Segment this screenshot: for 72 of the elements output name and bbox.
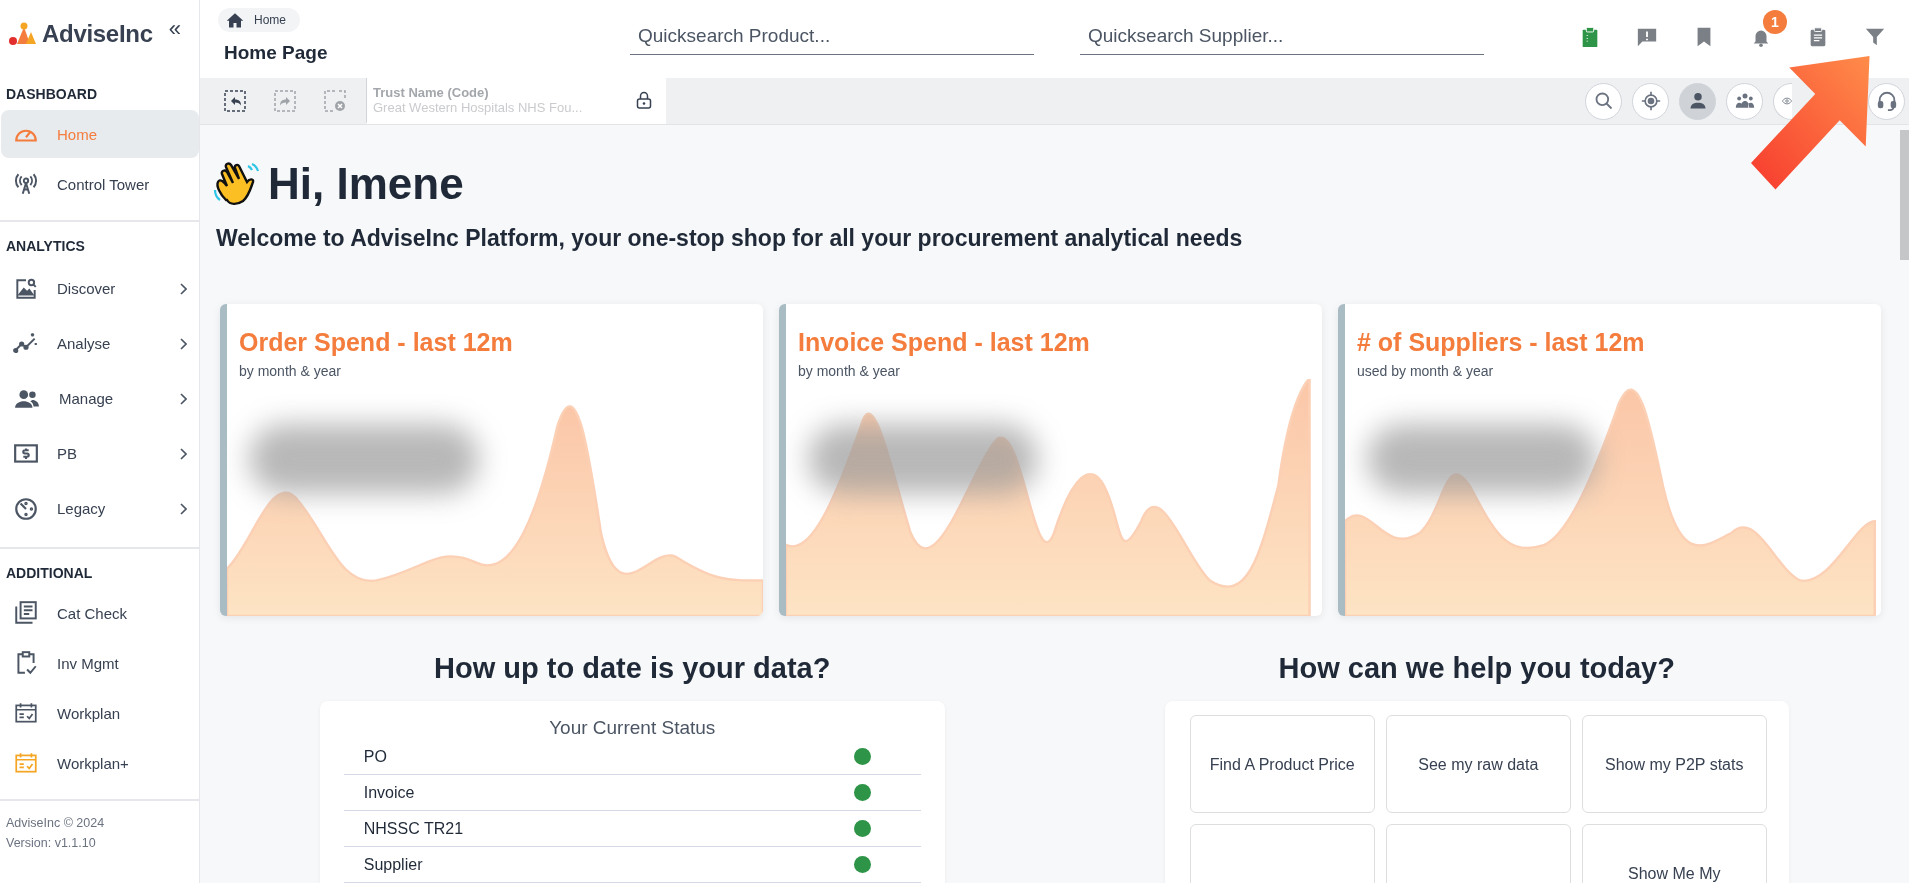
search-icon (1593, 91, 1614, 111)
filter-icon (1863, 26, 1886, 48)
card-title: Order Spend - last 12m (239, 328, 514, 357)
card-subtitle: used by month & year (1357, 363, 1495, 379)
status-label: Invoice (363, 783, 416, 802)
chevron-icon (179, 502, 187, 515)
notification-badge: 1 (1763, 10, 1787, 34)
collapse-sidebar-button[interactable]: « (160, 16, 189, 42)
field-label: Trust Name (Code) (373, 85, 490, 100)
chevron-icon (179, 337, 187, 350)
sidebar-item[interactable]: Legacy (1, 482, 199, 535)
sidebar-item[interactable]: Analyse (1, 317, 199, 370)
sidebar-item[interactable]: Cat Check (1, 589, 199, 637)
sidebar-item[interactable]: Workplan+ (1, 739, 199, 787)
quicksearch-field[interactable]: Quicksearch Supplier... (1080, 18, 1484, 55)
chevron-icon (179, 447, 187, 460)
card-title: # of Suppliers - last 12m (1357, 328, 1646, 357)
status-label: NHSSC TR21 (363, 819, 465, 838)
help-option-button[interactable]: Find A Product Price (1189, 715, 1375, 813)
chevron-icon (179, 392, 187, 405)
panel-title: Your Current Status (548, 717, 717, 739)
eye-button[interactable] (1773, 82, 1792, 120)
card-subtitle: by month & year (239, 363, 342, 379)
logo-mark-icon (8, 22, 38, 46)
person-button[interactable] (1679, 82, 1716, 120)
section-heading: How up to date is your data? (434, 652, 831, 685)
chevron-icon (179, 282, 187, 295)
help-option-button[interactable]: Show Me My (1581, 824, 1767, 883)
logo-text: AdviseInc (42, 20, 153, 48)
status-label: PO (363, 747, 388, 766)
help-option-button[interactable]: See my raw data (1385, 715, 1571, 813)
sidebar-item[interactable]: Manage (1, 372, 199, 425)
footer-text: Version: v1.1.10 (6, 835, 97, 852)
quicksearch-field[interactable]: Quicksearch Product... (630, 18, 1034, 55)
sidebar-item[interactable]: Discover (1, 262, 199, 315)
section-heading: ADDITIONAL (6, 565, 94, 581)
toolbar-button[interactable] (1863, 26, 1886, 48)
sidebar-item[interactable]: Workplan (1, 689, 199, 737)
sidebar-item[interactable]: PB (1, 427, 199, 480)
lock-icon (636, 91, 652, 109)
breadcrumb-link[interactable]: Home (218, 8, 300, 32)
antenna-icon (13, 171, 39, 197)
greeting-heading: Hi, Imene (268, 159, 464, 209)
headset-icon (1875, 90, 1898, 112)
section-heading: ANALYTICS (6, 238, 86, 254)
page-title: Home Page (224, 42, 329, 64)
target-icon (1640, 91, 1661, 111)
document-list-icon (13, 600, 39, 626)
target-button[interactable] (1632, 82, 1669, 120)
card-subtitle: by month & year (798, 363, 901, 379)
section-heading: DASHBOARD (6, 86, 98, 102)
search-button[interactable] (1585, 82, 1622, 120)
home-icon (226, 12, 244, 28)
calendar-icon (13, 700, 39, 726)
footer-text: AdviseInc © 2024 (6, 815, 106, 832)
group-icon (1733, 91, 1756, 111)
headset-button[interactable] (1868, 82, 1905, 120)
scrollbar-thumb[interactable] (1900, 130, 1909, 260)
timer-icon (13, 495, 39, 522)
sidebar-item[interactable]: Control Tower (1, 160, 199, 208)
calendar-check-icon (13, 750, 39, 776)
status-label: Supplier (363, 855, 424, 874)
group-button[interactable] (1726, 82, 1763, 120)
sidebar-item[interactable]: Inv Mgmt (1, 639, 199, 687)
help-option-button[interactable]: Show my P2P stats (1581, 715, 1767, 813)
waving-hand-icon (212, 160, 260, 208)
section-heading: How can we help you today? (1278, 652, 1675, 685)
welcome-text: Welcome to AdviseInc Platform, your one-stop shop for all your procurement analytical needs (216, 225, 1244, 252)
person-icon (1687, 91, 1708, 111)
feedback-icon (1635, 26, 1658, 48)
card-title: Invoice Spend - last 12m (798, 328, 1091, 357)
toolbar-button[interactable] (1635, 26, 1658, 48)
